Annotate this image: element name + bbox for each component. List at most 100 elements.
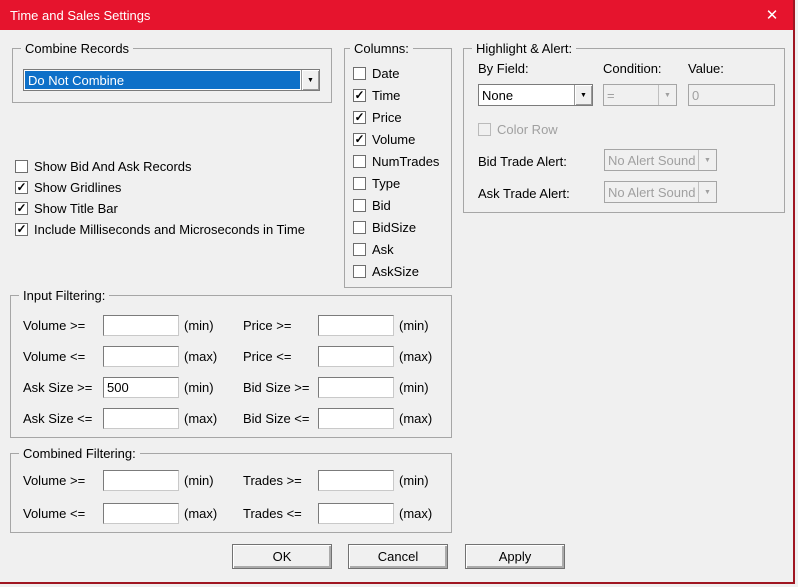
condition-select: = ▼ (603, 84, 677, 106)
price-max-unit: (max) (399, 349, 433, 364)
price-min-label: Price >= (243, 318, 292, 333)
by-field-select[interactable]: None ▼ (478, 84, 593, 106)
trades-max-unit: (max) (399, 506, 433, 521)
ask-size-max-input[interactable] (103, 408, 179, 429)
condition-label: Condition: (603, 61, 662, 76)
bid-size-min-input[interactable] (318, 377, 394, 398)
checkbox-show-gridlines[interactable]: ✓ Show Gridlines (15, 177, 121, 197)
bid-trade-alert-label: Bid Trade Alert: (478, 154, 567, 169)
combined-volume-max-unit: (max) (184, 506, 218, 521)
checkbox-box (353, 66, 366, 80)
highlight-alert-group-label: Highlight & Alert: (472, 41, 577, 56)
checkbox-box: ✓ (353, 131, 366, 146)
ask-trade-alert-label: Ask Trade Alert: (478, 186, 570, 201)
price-min-unit: (min) (399, 318, 429, 333)
trades-min-unit: (min) (399, 473, 429, 488)
price-max-label: Price <= (243, 349, 292, 364)
value-input (688, 84, 775, 106)
checkbox-label: Date (372, 65, 400, 81)
time-and-sales-settings-dialog: Time and Sales Settings ✕ Combine Record… (0, 0, 795, 584)
checkbox-label: Color Row (497, 121, 558, 137)
checkbox-label: Type (372, 175, 401, 191)
bid-trade-alert-value: No Alert Sound (608, 152, 696, 168)
checkbox-column-numtrades[interactable]: NumTrades (353, 151, 439, 171)
checkbox-column-ask[interactable]: Ask (353, 239, 394, 259)
chevron-down-icon[interactable]: ▼ (301, 70, 319, 90)
combine-records-select[interactable]: Do Not Combine ▼ (23, 69, 320, 91)
bid-size-max-input[interactable] (318, 408, 394, 429)
checkbox-box (15, 159, 28, 173)
checkbox-column-asksize[interactable]: AskSize (353, 261, 419, 281)
checkbox-column-type[interactable]: Type (353, 173, 400, 193)
trades-min-input[interactable] (318, 470, 394, 491)
checkbox-label: Show Title Bar (34, 200, 118, 216)
checkbox-box: ✓ (15, 200, 28, 215)
ask-size-min-input[interactable] (103, 377, 179, 398)
checkbox-label: Price (372, 109, 402, 125)
close-button[interactable]: ✕ (755, 0, 789, 30)
ask-trade-alert-select: No Alert Sound ▼ (604, 181, 717, 203)
ask-size-min-unit: (min) (184, 380, 214, 395)
price-min-input[interactable] (318, 315, 394, 336)
combined-volume-min-unit: (min) (184, 473, 214, 488)
close-icon: ✕ (765, 7, 779, 24)
volume-min-label: Volume >= (23, 318, 86, 333)
checkbox-box (353, 154, 366, 168)
by-field-label: By Field: (478, 61, 529, 76)
combined-volume-min-label: Volume >= (23, 473, 86, 488)
checkbox-box: ✓ (15, 179, 28, 194)
window-title: Time and Sales Settings (10, 7, 151, 23)
combined-volume-max-input[interactable] (103, 503, 179, 524)
ok-button[interactable]: OK (232, 544, 332, 569)
checkbox-box (353, 264, 366, 278)
chevron-down-icon[interactable]: ▼ (574, 85, 592, 105)
checkbox-column-bidsize[interactable]: BidSize (353, 217, 416, 237)
checkbox-show-title-bar[interactable]: ✓ Show Title Bar (15, 198, 118, 218)
checkbox-column-time[interactable]: ✓ Time (353, 85, 400, 105)
checkbox-label: Show Gridlines (34, 179, 122, 195)
bid-size-max-label: Bid Size <= (243, 411, 310, 426)
checkbox-box (353, 242, 366, 256)
checkbox-show-bid-ask-records[interactable]: Show Bid And Ask Records (15, 156, 192, 176)
combined-volume-min-input[interactable] (103, 470, 179, 491)
dropdown-arrow-glyph: ▼ (704, 156, 711, 164)
combine-records-selected-value: Do Not Combine (25, 71, 300, 89)
input-filtering-group: Input Filtering: Volume >= (min) Price >… (10, 288, 452, 438)
cancel-button[interactable]: Cancel (348, 544, 448, 569)
checkbox-column-bid[interactable]: Bid (353, 195, 391, 215)
trades-max-label: Trades <= (243, 506, 302, 521)
columns-group: Columns: Date ✓ Time ✓ Price ✓ Volume Nu… (344, 41, 452, 288)
chevron-down-icon: ▼ (698, 182, 716, 202)
combined-filtering-group-label: Combined Filtering: (19, 446, 140, 461)
checkbox-column-volume[interactable]: ✓ Volume (353, 129, 415, 149)
checkbox-label: Show Bid And Ask Records (34, 158, 192, 174)
title-bar: Time and Sales Settings ✕ (0, 0, 793, 30)
highlight-alert-group: Highlight & Alert: By Field: None ▼ Cond… (463, 41, 785, 213)
checkbox-column-price[interactable]: ✓ Price (353, 107, 402, 127)
checkbox-include-milliseconds[interactable]: ✓ Include Milliseconds and Microseconds … (15, 219, 305, 239)
checkbox-label: Bid (372, 197, 391, 213)
combine-records-group-label: Combine Records (21, 41, 134, 56)
dropdown-arrow-glyph: ▼ (664, 91, 671, 99)
checkbox-label: Include Milliseconds and Microseconds in… (34, 221, 305, 237)
value-label: Value: (688, 61, 724, 76)
volume-max-input[interactable] (103, 346, 179, 367)
checkbox-column-date[interactable]: Date (353, 63, 399, 83)
combined-volume-max-label: Volume <= (23, 506, 86, 521)
volume-max-unit: (max) (184, 349, 218, 364)
checkbox-box: ✓ (353, 87, 366, 102)
price-max-input[interactable] (318, 346, 394, 367)
checkbox-label: AskSize (372, 263, 419, 279)
checkbox-box (353, 176, 366, 190)
checkbox-label: BidSize (372, 219, 417, 235)
ask-size-max-unit: (max) (184, 411, 218, 426)
apply-button[interactable]: Apply (465, 544, 565, 569)
volume-min-unit: (min) (184, 318, 214, 333)
trades-max-input[interactable] (318, 503, 394, 524)
volume-min-input[interactable] (103, 315, 179, 336)
bid-size-min-unit: (min) (399, 380, 429, 395)
checkbox-box: ✓ (353, 109, 366, 124)
combined-filtering-group: Combined Filtering: Volume >= (min) Trad… (10, 446, 452, 533)
trades-min-label: Trades >= (243, 473, 302, 488)
checkbox-label: NumTrades (372, 153, 440, 169)
